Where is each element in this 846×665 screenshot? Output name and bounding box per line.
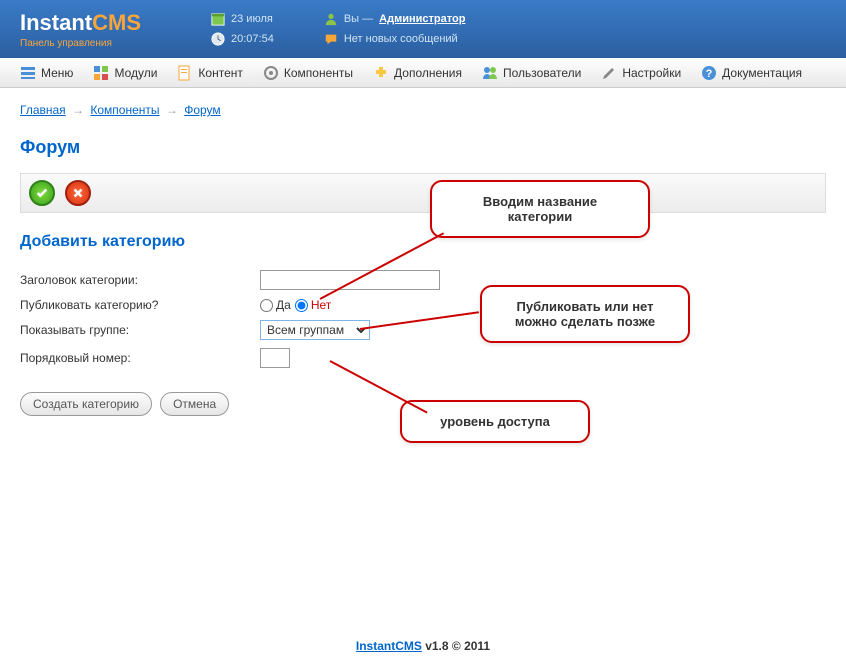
check-icon (35, 186, 49, 200)
callout-access: уровень доступа (400, 400, 590, 443)
clock-icon (211, 32, 225, 46)
components-icon (263, 65, 279, 81)
menubar: Меню Модули Контент Компоненты Дополнени… (0, 58, 846, 88)
publish-yes-radio[interactable] (260, 299, 273, 312)
toolbar-cancel-button[interactable] (65, 180, 91, 206)
publish-no-radio[interactable] (295, 299, 308, 312)
menu-item-docs[interactable]: ?Документация (691, 65, 812, 81)
date-text: 23 июля (231, 13, 273, 25)
users-icon (482, 65, 498, 81)
title-label: Заголовок категории: (20, 273, 260, 287)
footer-link[interactable]: InstantCMS (356, 639, 422, 653)
messages-icon (324, 32, 338, 46)
breadcrumb-sep: → (166, 103, 178, 117)
header-user: Вы — Администратор Нет новых сообщений (324, 12, 466, 46)
order-label: Порядковый номер: (20, 351, 260, 365)
menu-item-components[interactable]: Компоненты (253, 65, 363, 81)
content-icon (177, 65, 193, 81)
breadcrumb-home[interactable]: Главная (20, 103, 66, 117)
logo: InstantCMS Панель управления (20, 10, 141, 49)
toolbar (20, 173, 826, 213)
callout-publish: Публиковать или нет можно сделать позже (480, 285, 690, 343)
title-input[interactable] (260, 270, 440, 290)
menu-icon (20, 65, 36, 81)
footer: InstantCMS v1.8 © 2011 (0, 639, 846, 653)
breadcrumb-forum[interactable]: Форум (184, 103, 220, 117)
menu-item-users[interactable]: Пользователи (472, 65, 591, 81)
content: Главная → Компоненты → Форум Форум Добав… (0, 88, 846, 431)
logo-text: InstantCMS (20, 10, 141, 36)
user-link[interactable]: Администратор (379, 13, 465, 25)
messages-text: Нет новых сообщений (344, 33, 458, 45)
order-input[interactable] (260, 348, 290, 368)
time-text: 20:07:54 (231, 33, 274, 45)
submit-button[interactable]: Создать категорию (20, 392, 152, 416)
cancel-button[interactable]: Отмена (160, 392, 229, 416)
group-label: Показывать группе: (20, 323, 260, 337)
menu-item-content[interactable]: Контент (167, 65, 252, 81)
user-prefix: Вы — (344, 13, 373, 25)
header: InstantCMS Панель управления 23 июля 20:… (0, 0, 846, 58)
menu-item-modules[interactable]: Модули (83, 65, 167, 81)
settings-icon (601, 65, 617, 81)
footer-text: v1.8 © 2011 (422, 639, 490, 653)
publish-radio-group: Да Нет (260, 298, 331, 312)
modules-icon (93, 65, 109, 81)
publish-yes-label[interactable]: Да (260, 298, 291, 312)
publish-no-label[interactable]: Нет (295, 298, 331, 312)
page-title: Форум (20, 137, 826, 158)
menu-item-menu[interactable]: Меню (10, 65, 83, 81)
menu-item-settings[interactable]: Настройки (591, 65, 691, 81)
logo-subtitle: Панель управления (20, 38, 141, 49)
menu-item-addons[interactable]: Дополнения (363, 65, 472, 81)
svg-text:?: ? (706, 68, 713, 80)
publish-label: Публиковать категорию? (20, 298, 260, 312)
breadcrumb: Главная → Компоненты → Форум (20, 103, 826, 117)
user-icon (324, 12, 338, 26)
breadcrumb-components[interactable]: Компоненты (90, 103, 159, 117)
breadcrumb-sep: → (72, 103, 84, 117)
help-icon: ? (701, 65, 717, 81)
callout-title: Вводим название категории (430, 180, 650, 238)
close-icon (71, 186, 85, 200)
group-select[interactable]: Всем группам (260, 320, 370, 340)
addons-icon (373, 65, 389, 81)
header-datetime: 23 июля 20:07:54 (211, 12, 274, 46)
toolbar-ok-button[interactable] (29, 180, 55, 206)
calendar-icon (211, 12, 225, 26)
